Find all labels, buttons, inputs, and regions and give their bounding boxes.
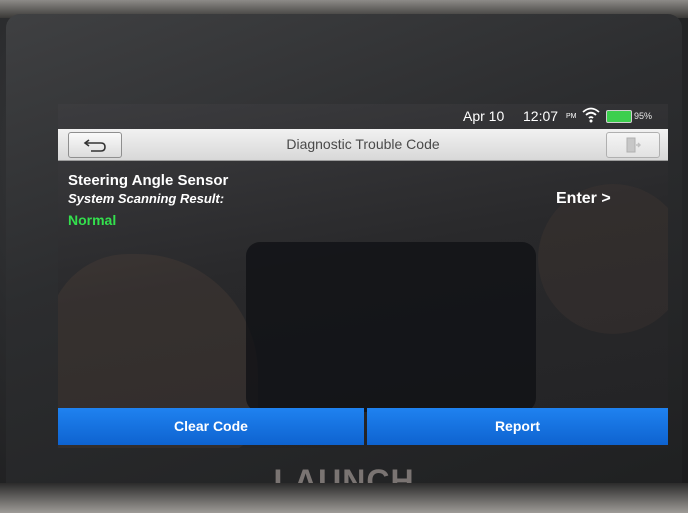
- wifi-icon: [582, 107, 600, 123]
- status-time: 12:07: [523, 108, 559, 124]
- screen-reflection: [246, 242, 536, 412]
- page-title: Diagnostic Trouble Code: [286, 136, 440, 152]
- exit-button[interactable]: [606, 132, 660, 158]
- title-bar: Diagnostic Trouble Code: [58, 129, 668, 161]
- exit-door-icon: [626, 137, 641, 153]
- tablet-screen: Apr 10 12:07 PM 95% Diagnostic Trouble C…: [58, 104, 668, 448]
- enter-button[interactable]: Enter >: [556, 190, 636, 212]
- status-date: Apr 10: [463, 108, 505, 124]
- scan-result-status: Normal: [68, 212, 117, 228]
- report-button[interactable]: Report: [367, 408, 668, 445]
- status-ampm: PM: [566, 113, 577, 120]
- status-bar: Apr 10 12:07 PM 95%: [58, 104, 668, 129]
- scan-result-label: System Scanning Result:: [68, 191, 225, 206]
- bottom-action-bar: Clear Code Report: [58, 408, 668, 445]
- device-bottom-edge: [0, 483, 688, 513]
- clear-code-button[interactable]: Clear Code: [58, 408, 364, 445]
- battery-level: 95%: [634, 111, 653, 121]
- system-name: Steering Angle Sensor: [68, 172, 229, 189]
- battery-icon: [606, 110, 632, 123]
